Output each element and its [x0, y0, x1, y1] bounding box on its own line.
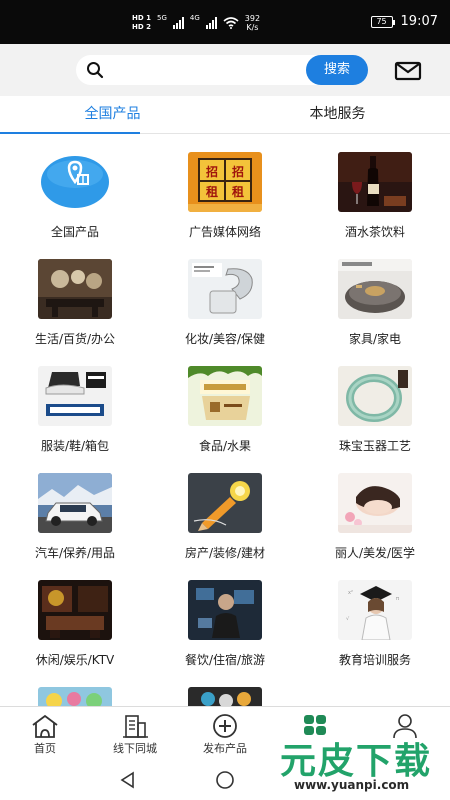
- svg-text:招: 招: [232, 164, 244, 179]
- watermark-logo: 元皮下载: [280, 741, 433, 782]
- category-label: 珠宝玉器工艺: [338, 439, 411, 453]
- net1-label: 5G: [156, 14, 167, 22]
- search-button[interactable]: 搜索: [306, 55, 368, 85]
- net2-label: 4G: [189, 14, 200, 22]
- category-label: 丽人/美发/医学: [334, 546, 416, 560]
- category-label: 房产/装修/建材: [184, 546, 266, 560]
- category-label: 广告媒体网络: [188, 225, 261, 239]
- business-image: [188, 580, 262, 640]
- partial-image: [188, 687, 262, 706]
- nav-local-city[interactable]: 线下同城: [90, 707, 180, 761]
- home-circle-icon[interactable]: [214, 769, 236, 791]
- category-item[interactable]: 家具/家电: [300, 241, 450, 348]
- category-grid: 全国产品 招 招 租 租 广告媒体网络 酒水茶饮料 生活/百货/办公 化妆/美容…: [0, 134, 450, 706]
- category-label: 食品/水果: [198, 439, 252, 453]
- svg-text:x²: x²: [348, 590, 353, 596]
- speed-value: 392: [244, 14, 261, 23]
- home-icon: [32, 714, 58, 738]
- svg-text:π: π: [396, 596, 399, 602]
- category-item[interactable]: 服装/鞋/箱包: [0, 348, 150, 455]
- category-item[interactable]: 全国产品: [0, 134, 150, 241]
- food-box-image: [188, 366, 262, 426]
- category-item[interactable]: 珠宝玉器工艺: [300, 348, 450, 455]
- clock: 19:07: [400, 14, 438, 29]
- status-bar: HD 1 HD 2 5G 4G 392 K/s 75 19:07: [0, 0, 450, 44]
- network-speed: 392 K/s: [245, 14, 260, 32]
- shoes-image: [38, 366, 112, 426]
- interior-image: [38, 259, 112, 319]
- status-right: 75 19:07: [370, 14, 438, 29]
- category-item[interactable]: x² π √ 教育培训服务: [300, 562, 450, 669]
- robot-vacuum-image: [338, 259, 412, 319]
- nav-publish-label: 发布产品: [203, 742, 247, 755]
- nav-publish[interactable]: 发布产品: [180, 707, 270, 761]
- category-item[interactable]: 房产/装修/建材: [150, 455, 300, 562]
- search-bar[interactable]: 搜索: [76, 55, 368, 85]
- graduate-image: x² π √: [338, 580, 412, 640]
- category-label: 汽车/保养/用品: [34, 546, 116, 560]
- category-label: 生活/百货/办公: [34, 332, 116, 346]
- category-label: 酒水茶饮料: [344, 225, 405, 239]
- search-icon: [87, 62, 104, 79]
- hd1-label: HD 1: [132, 14, 151, 22]
- category-label: 服装/鞋/箱包: [40, 439, 110, 453]
- billboard-image: 招 招 租 租: [188, 152, 262, 212]
- category-label: 化妆/美容/保健: [184, 332, 266, 346]
- svg-text:招: 招: [206, 164, 218, 179]
- car-image: [38, 473, 112, 533]
- building-icon: [123, 715, 148, 738]
- watermark: 元皮下载 www.yuanpi.com: [270, 730, 448, 798]
- battery-icon: 75: [370, 15, 395, 28]
- status-left: HD 1 HD 2 5G 4G 392 K/s: [132, 14, 260, 32]
- battery-level: 75: [376, 16, 387, 26]
- nav-home[interactable]: 首页: [0, 707, 90, 761]
- category-item[interactable]: 餐饮/住宿/旅游: [150, 562, 300, 669]
- cosmetics-image: [188, 259, 262, 319]
- category-item[interactable]: [150, 669, 300, 706]
- nav-home-label: 首页: [34, 742, 56, 755]
- category-item[interactable]: 食品/水果: [150, 348, 300, 455]
- category-item[interactable]: 化妆/美容/保健: [150, 241, 300, 348]
- category-label: 休闲/娱乐/KTV: [35, 653, 115, 667]
- wine-image: [338, 152, 412, 212]
- ktv-image: [38, 580, 112, 640]
- mail-icon[interactable]: [394, 60, 422, 82]
- category-item[interactable]: [0, 669, 150, 706]
- location-gift-icon: [41, 156, 109, 208]
- partial-image: [38, 687, 112, 706]
- search-header: 搜索: [0, 44, 450, 96]
- category-item[interactable]: 汽车/保养/用品: [0, 455, 150, 562]
- category-label: 全国产品: [50, 225, 99, 239]
- nav-local-city-label: 线下同城: [113, 742, 157, 755]
- category-label: 家具/家电: [348, 332, 402, 346]
- category-item[interactable]: 酒水茶饮料: [300, 134, 450, 241]
- hd-indicator: HD 1 HD 2: [132, 14, 151, 32]
- svg-text:租: 租: [232, 185, 244, 199]
- add-circle-icon: [213, 714, 237, 738]
- category-item[interactable]: 生活/百货/办公: [0, 241, 150, 348]
- category-item[interactable]: 丽人/美发/医学: [300, 455, 450, 562]
- speed-unit: K/s: [246, 23, 259, 32]
- tab-national-products[interactable]: 全国产品: [0, 96, 225, 134]
- category-label: 餐饮/住宿/旅游: [184, 653, 266, 667]
- spa-image: [338, 473, 412, 533]
- category-tabs: 全国产品 本地服务: [0, 96, 450, 134]
- watermark-url: www.yuanpi.com: [294, 778, 410, 792]
- signal-icon-1: [172, 17, 184, 29]
- svg-text:租: 租: [206, 185, 218, 199]
- hd2-label: HD 2: [132, 23, 151, 31]
- category-item[interactable]: 休闲/娱乐/KTV: [0, 562, 150, 669]
- wifi-icon: [223, 17, 239, 29]
- tab-local-services[interactable]: 本地服务: [225, 96, 450, 134]
- signal-icon-2: [205, 17, 217, 29]
- lightbulb-pencil-image: [188, 473, 262, 533]
- search-input[interactable]: [110, 59, 300, 81]
- category-item[interactable]: 招 招 租 租 广告媒体网络: [150, 134, 300, 241]
- category-label: 教育培训服务: [338, 653, 411, 667]
- jade-bracelet-image: [338, 366, 412, 426]
- back-icon[interactable]: [118, 770, 138, 790]
